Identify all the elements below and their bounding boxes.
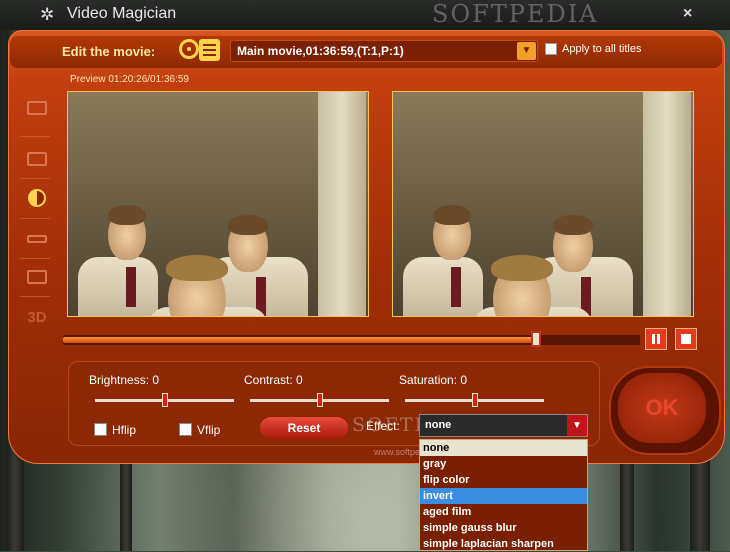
saturation-slider-knob[interactable] [471,393,478,407]
resize-tool-icon[interactable] [24,148,50,170]
edit-movie-label: Edit the movie: [62,44,156,59]
effect-option-flip-color[interactable]: flip color [420,472,587,488]
effect-option-none[interactable]: none [420,440,587,456]
timeline-progress [63,337,537,343]
disc-icon[interactable] [179,39,199,59]
apply-all-checkbox[interactable] [545,43,557,55]
vflip-label: Vflip [197,423,221,437]
crop-tool-icon[interactable] [24,97,50,119]
apply-all-label: Apply to all titles [562,43,642,55]
effect-label: Effect: [366,419,400,433]
sparkle-icon: ✲ [40,5,55,24]
pause-button[interactable] [645,328,667,350]
preview-video-frame [392,91,694,317]
hflip-checkbox[interactable] [94,423,107,436]
color-adjust-icon[interactable] [24,187,50,209]
movie-select[interactable]: Main movie,01:36:59,(T:1,P:1) [230,40,538,62]
effect-select[interactable]: none [419,414,588,437]
stop-button[interactable] [675,328,697,350]
effect-option-aged-film[interactable]: aged film [420,504,587,520]
app-title: Video Magician [67,5,177,22]
brightness-slider-knob[interactable] [161,393,168,407]
effect-option-gauss-blur[interactable]: simple gauss blur [420,520,587,536]
chevron-down-icon[interactable]: ▼ [567,415,587,436]
effect-option-laplacian-sharpen[interactable]: simple laplacian sharpen [420,536,587,552]
effect-option-invert[interactable]: invert [420,488,587,504]
timeline-thumb[interactable] [531,331,542,347]
preview-time-label: Preview 01:20:26/01:36:59 [70,74,189,85]
original-video-frame [67,91,369,317]
chevron-down-icon[interactable]: ▼ [517,42,536,60]
effect-dropdown-list: none gray flip color invert aged film si… [419,439,588,551]
contrast-slider[interactable] [250,393,389,407]
saturation-slider[interactable] [405,393,544,407]
effect-option-gray[interactable]: gray [420,456,587,472]
vflip-checkbox[interactable] [179,423,192,436]
brightness-label: Brightness: 0 [89,373,160,387]
watermark: SOFTPEDIA [432,0,599,28]
subtitle-tool-icon[interactable] [24,266,50,288]
divider [20,296,50,297]
timeline-track[interactable] [63,331,640,347]
divider [20,178,50,179]
ok-button[interactable]: OK [618,373,706,443]
title-list-icon[interactable] [199,39,220,61]
divider [20,218,50,219]
divider [20,258,50,259]
saturation-label: Saturation: 0 [399,373,468,387]
contrast-label: Contrast: 0 [244,373,303,387]
brightness-slider[interactable] [95,393,234,407]
watermark-tool-icon[interactable] [24,228,50,250]
hflip-label: Hflip [112,423,137,437]
contrast-slider-knob[interactable] [316,393,323,407]
reset-button[interactable]: Reset [260,417,348,439]
3d-tool-icon[interactable]: 3D [24,306,50,328]
close-icon[interactable]: × [683,5,692,23]
divider [20,136,50,137]
